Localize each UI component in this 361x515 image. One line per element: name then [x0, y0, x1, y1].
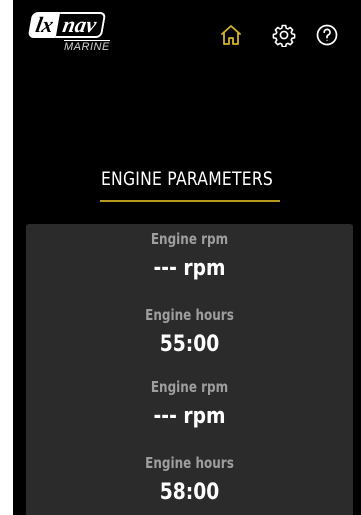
engine-parameters-panel: Engine rpm --- rpm Engine hours 55:00 En… [26, 224, 353, 515]
param-value: --- rpm [153, 256, 226, 281]
param-label: Engine rpm [150, 378, 229, 396]
param-value: 55:00 [159, 332, 220, 357]
logo-nav-text: nav [55, 12, 107, 38]
param-value: 58:00 [159, 480, 220, 505]
help-icon[interactable] [315, 23, 339, 47]
param-engine-rpm-2: Engine rpm --- rpm [26, 378, 353, 432]
lxnav-marine-logo: lx nav MARINE [27, 12, 130, 58]
app-screen: lx nav MARINE ENGINE PARAMETERS Engine r… [13, 0, 361, 515]
param-label: Engine hours [145, 454, 234, 472]
param-engine-rpm-1: Engine rpm --- rpm [26, 230, 353, 284]
home-icon[interactable] [219, 23, 243, 47]
param-engine-hours-2: Engine hours 58:00 [26, 454, 353, 508]
page-title: ENGINE PARAMETERS [100, 168, 274, 190]
param-value: --- rpm [153, 404, 226, 429]
logo-wordmark: lx nav [27, 12, 107, 38]
title-underline [100, 200, 280, 202]
gear-icon[interactable] [272, 23, 296, 47]
param-label: Engine rpm [150, 230, 229, 248]
logo-marine-text: MARINE [64, 40, 110, 53]
param-label: Engine hours [145, 306, 234, 324]
top-bar: lx nav MARINE [13, 0, 361, 60]
param-engine-hours-1: Engine hours 55:00 [26, 306, 353, 360]
